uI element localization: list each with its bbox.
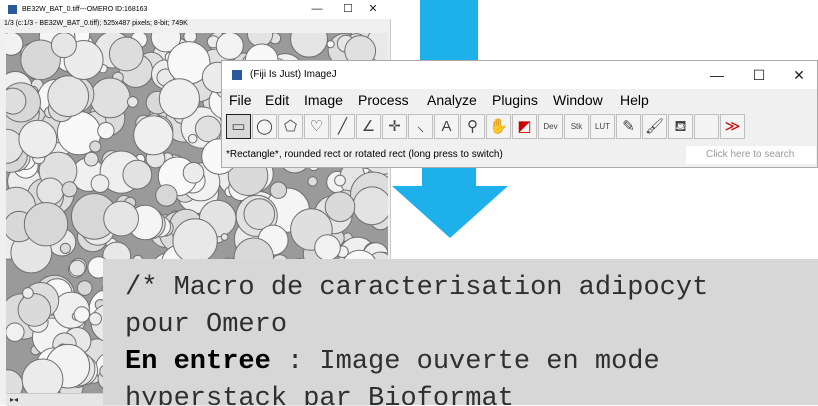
code-line-3: En entree : Image ouverte en mode: [125, 347, 660, 377]
cell-blob: [17, 293, 52, 327]
cell-blob: [307, 176, 318, 187]
arrow-shaft-bottom: [422, 168, 476, 188]
cell-blob: [36, 177, 65, 206]
cell-blob: [50, 33, 77, 59]
wand-tool[interactable]: ⸜: [408, 114, 433, 139]
search-input[interactable]: Click here to search: [686, 146, 816, 164]
angle-tool[interactable]: ∠: [356, 114, 381, 139]
zoom-tool[interactable]: ⚲: [460, 114, 485, 139]
cell-blob: [215, 33, 244, 60]
cell-blob: [89, 140, 102, 153]
cell-blob: [155, 184, 178, 207]
cell-blob: [220, 233, 229, 241]
cell-blob: [352, 186, 388, 226]
code-line-3-text: : Image ouverte en mode: [270, 347, 660, 377]
cell-blob: [126, 96, 139, 108]
image-info-line: 1/3 (c:1/3 - BE32W_BAT_0.tiff); 525x487 …: [4, 20, 188, 27]
imagej-titlebar[interactable]: (Fiji Is Just) ImageJ — ☐ ✕: [222, 61, 817, 89]
blank-tool[interactable]: [694, 114, 719, 139]
menu-bar: File Edit Image Process Analyze Plugins …: [222, 89, 817, 109]
lut-tool[interactable]: LUT: [590, 114, 615, 139]
menu-help[interactable]: Help: [620, 92, 649, 108]
flood-fill-tool[interactable]: ⛾: [668, 114, 693, 139]
scroll-left-arrow-icon[interactable]: ▸◂: [10, 395, 18, 404]
minimize-button[interactable]: —: [302, 0, 332, 19]
image-window-title: BE32W_BAT_0.tiff---OMERO ID:168163: [22, 6, 148, 13]
color-picker-tool[interactable]: ◩: [512, 114, 537, 139]
status-text: *Rectangle*, rounded rect or rotated rec…: [226, 149, 503, 160]
cell-blob: [76, 280, 93, 296]
dev-tool[interactable]: Dev: [538, 114, 563, 139]
more-tools[interactable]: ≫: [720, 114, 745, 139]
cell-blob: [47, 75, 90, 118]
menu-plugins[interactable]: Plugins: [492, 92, 538, 108]
tool-bar: ▭ ◯ ⬠ ♡ ╱ ∠ ✛ ⸜ A ⚲ ✋ ◩ Dev Stk LUT ✎ 🖌 ⛾ ≫: [222, 110, 817, 144]
menu-edit[interactable]: Edit: [265, 92, 289, 108]
cell-blob: [97, 122, 115, 140]
cell-blob: [22, 287, 34, 299]
cell-blob: [18, 119, 58, 159]
cell-blob: [334, 174, 346, 187]
minimize-button[interactable]: —: [697, 61, 737, 89]
macro-code-panel: /* Macro de caracterisation adipocyt pou…: [103, 259, 818, 405]
line-tool[interactable]: ╱: [330, 114, 355, 139]
cell-blob: [23, 202, 69, 247]
pencil-tool[interactable]: ✎: [616, 114, 641, 139]
cell-blob: [182, 162, 205, 184]
cell-blob: [324, 191, 356, 223]
cell-blob: [103, 200, 139, 237]
imagej-window: (Fiji Is Just) ImageJ — ☐ ✕ File Edit Im…: [221, 60, 818, 168]
close-button[interactable]: ✕: [358, 0, 388, 19]
code-keyword: En entree: [125, 347, 271, 377]
cell-blob: [83, 151, 99, 167]
cell-blob: [314, 234, 341, 261]
code-line-4: hyperstack par Bioformat: [125, 384, 514, 405]
imagej-app-icon: [8, 5, 17, 14]
polygon-tool[interactable]: ⬠: [278, 114, 303, 139]
maximize-button[interactable]: ☐: [739, 61, 779, 89]
cell-blob: [61, 181, 78, 198]
close-button[interactable]: ✕: [779, 61, 818, 89]
cell-blob: [68, 259, 86, 277]
image-window-titlebar[interactable]: BE32W_BAT_0.tiff---OMERO ID:168163 — ☐ ✕: [0, 0, 391, 19]
cell-blob: [6, 322, 25, 342]
rectangle-tool[interactable]: ▭: [226, 114, 251, 139]
code-line-1: /* Macro de caracterisation adipocyt: [125, 273, 709, 303]
cell-blob: [133, 115, 174, 156]
text-tool[interactable]: A: [434, 114, 459, 139]
menu-process[interactable]: Process: [358, 92, 409, 108]
brush-tool[interactable]: 🖌: [642, 114, 667, 139]
down-arrow-icon: [392, 186, 508, 238]
code-line-2: pour Omero: [125, 310, 288, 340]
menu-image[interactable]: Image: [304, 92, 343, 108]
cell-blob: [73, 306, 91, 323]
cell-blob: [326, 40, 335, 49]
menu-analyze[interactable]: Analyze: [427, 92, 477, 108]
imagej-app-icon: [232, 70, 242, 80]
cell-blob: [158, 78, 200, 120]
menu-window[interactable]: Window: [553, 92, 603, 108]
stk-tool[interactable]: Stk: [564, 114, 589, 139]
cell-blob: [90, 174, 110, 194]
cell-blob: [269, 181, 288, 199]
cell-blob: [187, 133, 198, 144]
cell-blob: [59, 242, 72, 254]
cell-blob: [88, 312, 103, 326]
cell-blob: [122, 159, 153, 190]
imagej-title: (Fiji Is Just) ImageJ: [250, 69, 337, 80]
cell-blob: [89, 77, 131, 119]
menu-file[interactable]: File: [229, 92, 252, 108]
cell-blob: [108, 36, 144, 72]
cell-blob: [243, 198, 276, 230]
cell-blob: [194, 115, 222, 143]
oval-tool[interactable]: ◯: [252, 114, 277, 139]
hand-tool[interactable]: ✋: [486, 114, 511, 139]
freehand-tool[interactable]: ♡: [304, 114, 329, 139]
cell-blob: [172, 218, 218, 264]
point-tool[interactable]: ✛: [382, 114, 407, 139]
